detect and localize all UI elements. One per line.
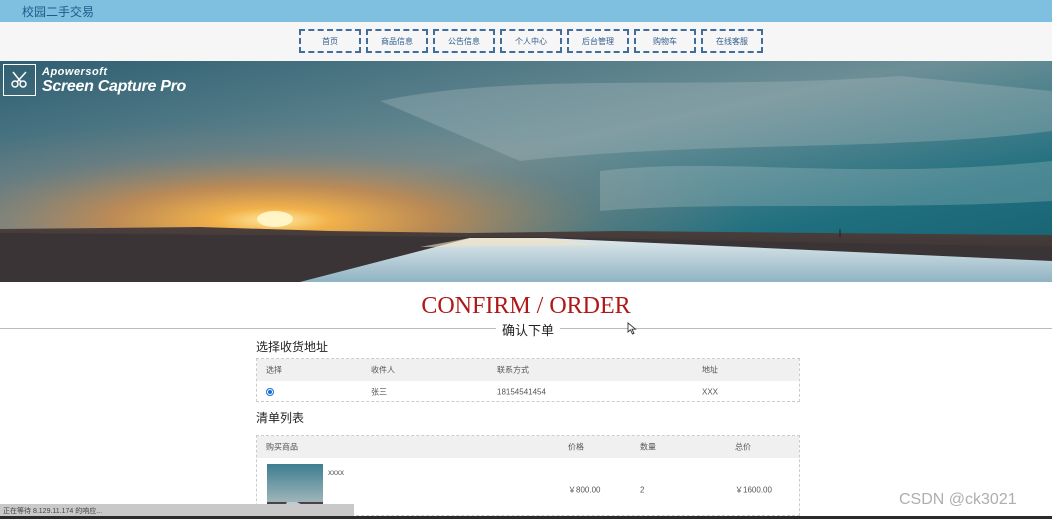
nav-online-service[interactable]: 在线客服: [701, 29, 763, 53]
address-radio[interactable]: [266, 387, 274, 396]
nav-cart[interactable]: 购物车: [634, 29, 696, 53]
product-total: ￥1600.00: [735, 485, 772, 495]
nav-personal-center[interactable]: 个人中心: [500, 29, 562, 53]
main-nav: 首页 商品信息 公告信息 个人中心 后台管理 购物车 在线客服: [299, 29, 763, 53]
order-table-header: 购买商品 价格 数量 总价: [257, 436, 799, 458]
address-value: XXX: [702, 387, 719, 396]
order-header-total: 总价: [735, 442, 751, 452]
address-header-recipient: 收件人: [371, 365, 395, 375]
address-recipient: 张三: [371, 387, 387, 396]
watermark-line2: Screen Capture Pro: [42, 78, 186, 95]
order-header-price: 价格: [568, 442, 584, 452]
page-subheading: 确认下单: [496, 320, 561, 339]
nav-bar: 首页 商品信息 公告信息 个人中心 后台管理 购物车 在线客服: [0, 22, 1052, 61]
address-header-phone: 联系方式: [497, 365, 529, 375]
site-brand[interactable]: 校园二手交易: [22, 3, 94, 20]
order-section-title: 清单列表: [256, 411, 305, 425]
address-section-title: 选择收货地址: [256, 340, 329, 354]
page-heading: CONFIRM / ORDER: [421, 293, 631, 319]
watermark-line1: Apowersoft: [42, 66, 108, 78]
browser-status-bar: 正在等待 8.129.11.174 的响应...: [0, 504, 354, 516]
csdn-watermark: CSDN @ck3021: [899, 491, 1017, 508]
scissors-icon: [3, 64, 36, 96]
screen-capture-watermark: Apowersoft Screen Capture Pro: [3, 64, 186, 96]
order-header-product: 购买商品: [266, 442, 298, 452]
address-table-header: 选择 收件人 联系方式 地址: [257, 359, 799, 381]
product-qty: 2: [640, 485, 645, 495]
product-price: ￥800.00: [568, 485, 601, 495]
address-table: 选择 收件人 联系方式 地址 张三 18154541454 XXX: [256, 358, 800, 402]
hero-banner: Apowersoft Screen Capture Pro: [0, 61, 1052, 282]
address-phone: 18154541454: [497, 387, 546, 396]
radio-selected-dot: [268, 389, 272, 394]
order-header-qty: 数量: [640, 442, 656, 452]
nav-products[interactable]: 商品信息: [366, 29, 428, 53]
nav-notices[interactable]: 公告信息: [433, 29, 495, 53]
address-header-address: 地址: [702, 365, 718, 375]
nav-admin[interactable]: 后台管理: [567, 29, 629, 53]
top-bar: 校园二手交易: [0, 0, 1052, 22]
product-name: xxxx: [328, 468, 344, 477]
address-row[interactable]: 张三 18154541454 XXX: [257, 381, 799, 402]
address-header-select: 选择: [266, 365, 282, 375]
nav-home[interactable]: 首页: [299, 29, 361, 53]
mouse-cursor-icon: [627, 322, 637, 335]
